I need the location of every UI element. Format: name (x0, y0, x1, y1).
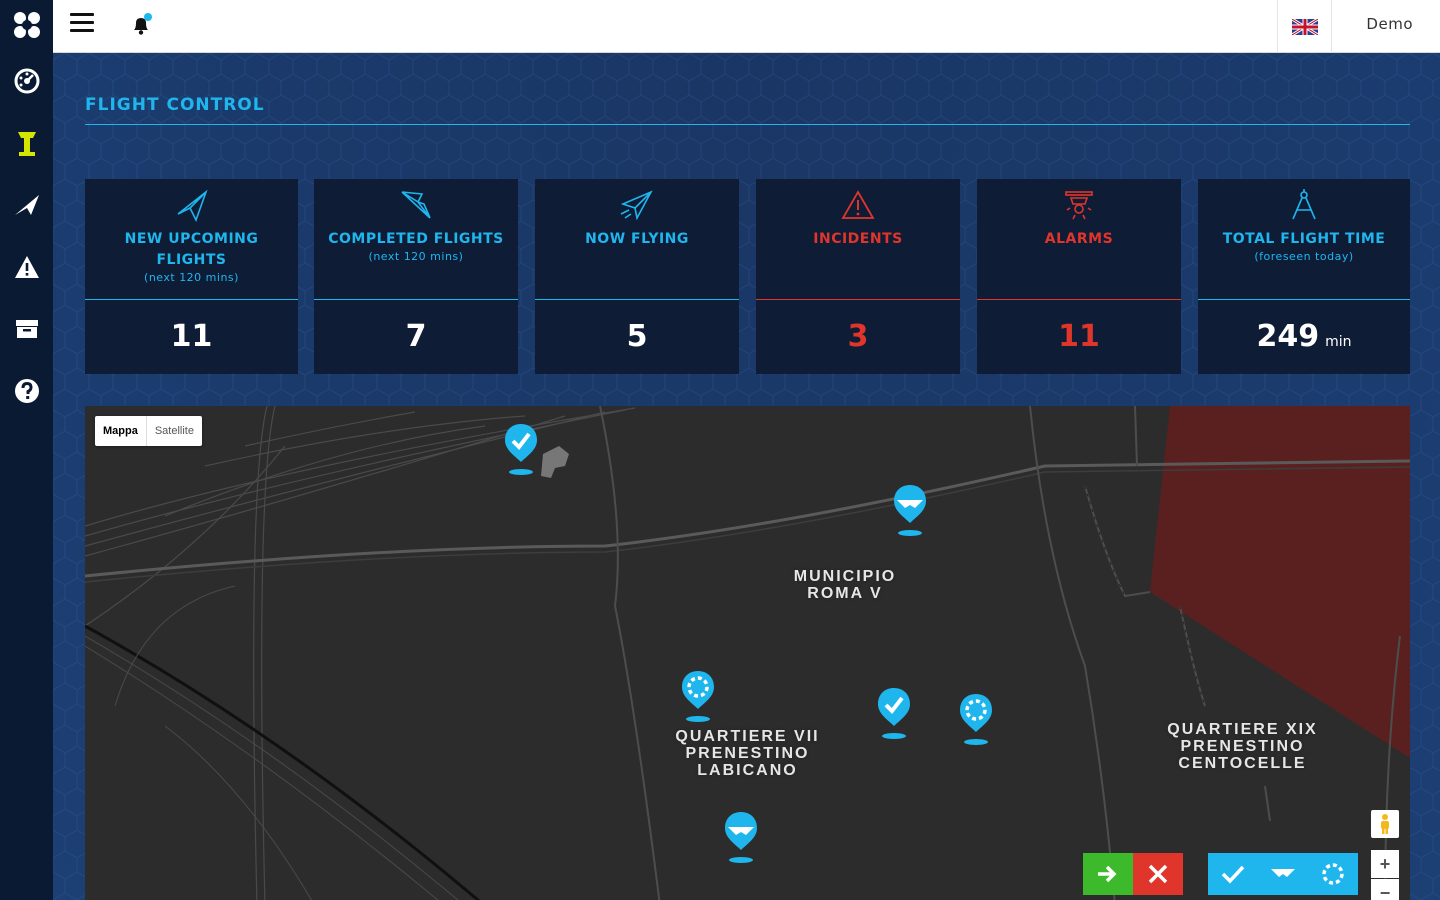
uk-flag-icon (1291, 18, 1318, 35)
filter-entering-button[interactable] (1083, 853, 1133, 895)
map-type-control: Mappa Satellite (95, 416, 202, 446)
language-selector[interactable] (1277, 0, 1332, 53)
flight-pin-completed[interactable] (876, 686, 912, 742)
filter-flying-button[interactable] (1258, 853, 1308, 895)
card-label: TOTAL FLIGHT TIME (1222, 231, 1386, 247)
flight-pin-upcoming[interactable] (958, 692, 994, 748)
map-area-label-text: QUARTIERE XIX PRENESTINO CENTOCELLE (1167, 721, 1318, 772)
flight-control-tower-icon (17, 132, 36, 156)
close-icon (1148, 864, 1168, 884)
card-value: 249 (1256, 319, 1320, 354)
card-now-flying[interactable]: NOW FLYING 5 (535, 179, 739, 374)
card-unit: min (1325, 333, 1352, 350)
card-value: 11 (1058, 319, 1100, 354)
card-incidents[interactable]: INCIDENTS 3 (756, 179, 960, 374)
map-area-label: MUNICIPIO ROMA V (775, 568, 915, 602)
menu-toggle-button[interactable] (70, 13, 94, 33)
card-completed-flights[interactable]: COMPLETED FLIGHTS (next 120 mins) 7 (314, 179, 518, 374)
card-label: ALARMS (1044, 231, 1114, 247)
card-label: INCIDENTS (813, 231, 903, 247)
notification-dot (144, 13, 152, 21)
folded-plane-icon (401, 191, 431, 219)
map-area-label-text: MUNICIPIO ROMA V (793, 568, 897, 602)
street-view-button[interactable] (1371, 810, 1399, 838)
help-icon (14, 379, 39, 403)
logo-icon (13, 12, 40, 38)
card-value: 5 (626, 319, 648, 354)
card-sublabel: (foreseen today) (1254, 250, 1354, 263)
card-value: 11 (170, 319, 213, 354)
title-divider (85, 124, 1410, 125)
map-area-label-text: QUARTIERE VII PRENESTINO LABICANO (675, 728, 820, 779)
flying-icon (1271, 869, 1295, 877)
enter-arrow-icon (1098, 865, 1117, 883)
check-icon (1221, 865, 1245, 884)
flight-map[interactable]: Mappa Satellite MUNICIPIO ROMA V QUARTIE… (85, 406, 1410, 900)
map-building (541, 446, 569, 478)
zoom-in-button[interactable]: + (1371, 850, 1399, 878)
card-alarms[interactable]: ALARMS 11 (977, 179, 1181, 374)
paper-plane-outline-icon (177, 189, 208, 222)
topbar: Demo (53, 0, 1440, 53)
compass-drafting-icon (1292, 189, 1316, 220)
map-area-label: QUARTIERE XIX PRENESTINO CENTOCELLE (1160, 721, 1325, 772)
page-title: FLIGHT CONTROL (85, 95, 265, 115)
flight-pin-flying[interactable] (723, 810, 759, 866)
archive-icon (15, 320, 38, 338)
card-total-flight-time[interactable]: TOTAL FLIGHT TIME (foreseen today) 249 m… (1198, 179, 1410, 374)
map-area-label: QUARTIERE VII PRENESTINO LABICANO (665, 728, 830, 779)
main-content: FLIGHT CONTROL NEW UPCOMING FLIGHTS (nex… (53, 53, 1440, 900)
sidebar-item-help[interactable] (0, 360, 53, 422)
user-menu[interactable]: Demo (1366, 15, 1413, 33)
warning-triangle-icon (841, 190, 875, 219)
dashboard-gauge-icon (14, 68, 39, 94)
sidebar-item-archive[interactable] (0, 298, 53, 360)
card-sublabel: (next 120 mins) (144, 271, 239, 284)
app-logo[interactable] (0, 0, 53, 50)
sidebar-item-dashboard[interactable] (0, 50, 53, 112)
card-label: NOW FLYING (585, 231, 689, 247)
loading-icon (1322, 863, 1344, 885)
flight-pin-flying[interactable] (892, 483, 928, 539)
pegman-icon (1381, 814, 1389, 834)
card-value: 3 (847, 319, 869, 354)
bell-icon (134, 13, 152, 35)
sidebar-item-flight-control[interactable] (0, 112, 53, 174)
map-type-map-button[interactable]: Mappa (95, 416, 147, 446)
warning-icon (14, 256, 39, 278)
card-label: COMPLETED FLIGHTS (328, 231, 504, 247)
sidebar-item-alerts[interactable] (0, 236, 53, 298)
card-new-upcoming-flights[interactable]: NEW UPCOMING FLIGHTS (next 120 mins) 11 (85, 179, 298, 374)
filter-cancelled-button[interactable] (1133, 853, 1183, 895)
card-value: 7 (405, 319, 427, 354)
no-fly-zone (1150, 406, 1410, 758)
alarm-siren-icon (1065, 191, 1093, 220)
notifications-button[interactable] (128, 12, 152, 36)
flight-pin-completed[interactable] (503, 422, 539, 478)
sidebar-item-flights[interactable] (0, 174, 53, 236)
flying-plane-icon (620, 190, 653, 221)
filter-upcoming-button[interactable] (1308, 853, 1358, 895)
map-type-satellite-button[interactable]: Satellite (147, 416, 202, 446)
card-label: NEW UPCOMING FLIGHTS (124, 231, 259, 268)
filter-completed-button[interactable] (1208, 853, 1258, 895)
sidebar (0, 0, 53, 900)
zoom-out-button[interactable]: − (1371, 879, 1399, 900)
paper-plane-icon (14, 195, 39, 215)
flight-pin-upcoming[interactable] (680, 669, 716, 725)
card-sublabel: (next 120 mins) (368, 250, 464, 263)
